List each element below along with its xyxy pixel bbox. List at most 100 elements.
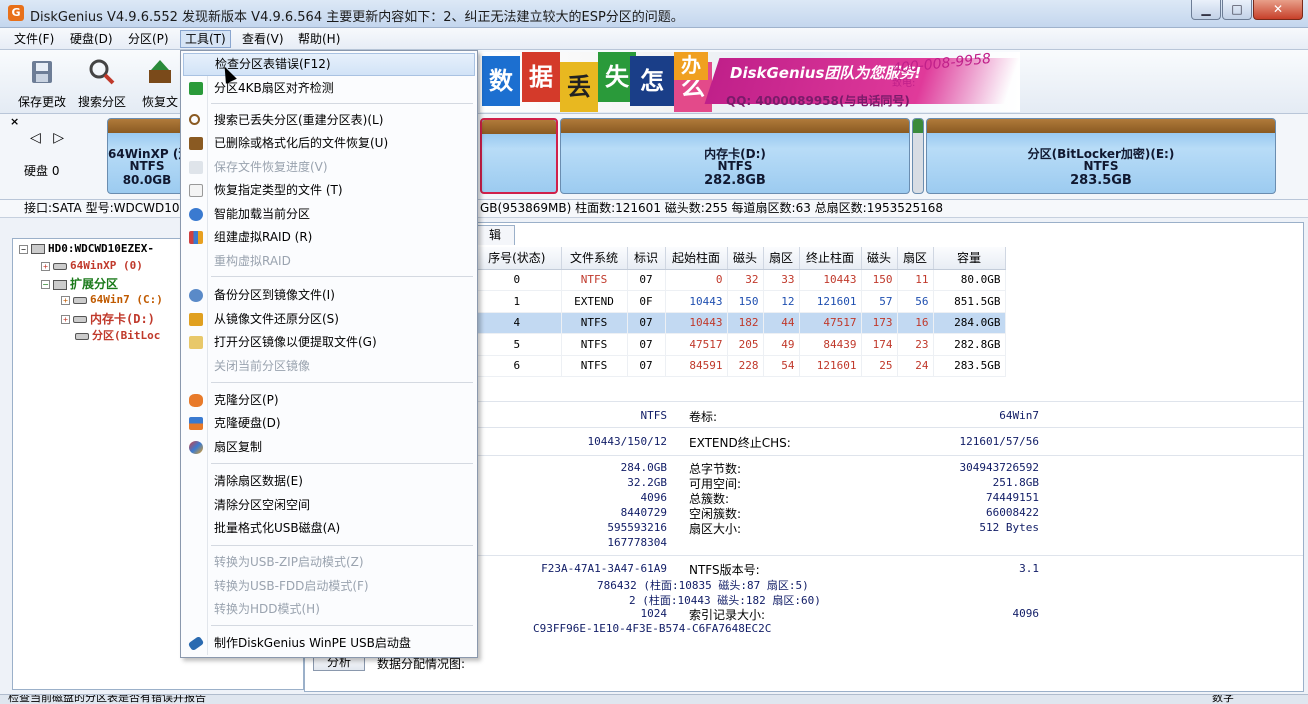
tree-item-win7[interactable]: +64Win7 (C:) — [61, 293, 163, 306]
detail-idx-key: 索引记录大小: — [689, 608, 766, 622]
promo-banner[interactable]: 数 据 丢 失 怎 么 办 DiskGenius团队为您服务! 400-008-… — [480, 52, 1020, 112]
clone-partition-icon — [189, 394, 203, 407]
table-row-selected[interactable]: 4 NTFS 07 10443 182 44 47517 173 16 284.… — [473, 312, 1006, 334]
search-partition-button[interactable]: 搜索分区 — [74, 58, 130, 110]
tree-item-hd0[interactable]: − HD0:WDCWD10EZEX- — [19, 242, 154, 255]
disk-info-left: 接口:SATA 型号:WDCWD10E — [24, 201, 188, 215]
menu-label: 克隆硬盘(D) — [214, 416, 281, 430]
menu-smart-load-partition[interactable]: 智能加载当前分区 — [183, 203, 475, 226]
menu-convert-hdd[interactable]: 转换为HDD模式(H) — [183, 598, 475, 621]
cell: 57 — [861, 290, 898, 313]
tree-label: 64Win7 (C:) — [90, 293, 163, 306]
menu-partition[interactable]: 分区(P) — [124, 30, 173, 48]
menu-backup-to-image[interactable]: 备份分区到镜像文件(I) — [183, 284, 475, 307]
menu-convert-usb-zip[interactable]: 转换为USB-ZIP启动模式(Z) — [183, 551, 475, 574]
menu-clear-sector-data[interactable]: 清除扇区数据(E) — [183, 470, 475, 493]
col-end-sector[interactable]: 扇区 — [897, 247, 934, 270]
menu-convert-usb-fdd[interactable]: 转换为USB-FDD启动模式(F) — [183, 575, 475, 598]
col-id[interactable]: 标识 — [627, 247, 666, 270]
tree-item-winxp[interactable]: +64WinXP (0) — [41, 259, 143, 272]
expand-icon[interactable]: + — [61, 315, 70, 324]
disk-icon — [31, 244, 45, 254]
menu-open-partition-image[interactable]: 打开分区镜像以便提取文件(G) — [183, 331, 475, 354]
diskbar-close-icon[interactable]: × — [10, 115, 19, 128]
expand-icon[interactable]: + — [41, 261, 50, 271]
cell: 10443 — [799, 269, 862, 291]
partition-block-win7[interactable] — [480, 118, 558, 194]
menu-disk[interactable]: 硬盘(D) — [66, 30, 117, 48]
menu-label: 备份分区到镜像文件(I) — [214, 288, 335, 302]
tree-item-extended[interactable]: − 扩展分区 — [41, 275, 118, 292]
menu-file-recovery[interactable]: 已删除或格式化后的文件恢复(U) — [183, 132, 475, 155]
col-filesystem[interactable]: 文件系统 — [561, 247, 628, 270]
collapse-icon[interactable]: − — [19, 244, 28, 254]
file-recovery-icon — [189, 137, 203, 150]
menu-sector-copy[interactable]: 扇区复制 — [183, 436, 475, 459]
menu-close-partition-image[interactable]: 关闭当前分区镜像 — [183, 355, 475, 378]
col-start-head[interactable]: 磁头 — [727, 247, 764, 270]
partition-block-winxp[interactable]: 64WinXP (活动) NTFS 80.0GB — [107, 118, 208, 194]
col-index[interactable]: 序号(状态) — [473, 247, 562, 270]
detail-uuid: C93FF96E-1E10-4F3E-B574-C6FA7648EC2C — [533, 622, 772, 635]
partition-block-bitlocker[interactable]: 分区(BitLocker加密)(E:) NTFS 283.5GB — [926, 118, 1276, 194]
tab-edit[interactable]: 辑 — [475, 225, 515, 245]
partition-icon — [53, 262, 67, 270]
partition-fs: NTFS — [129, 159, 165, 173]
cell: 44 — [763, 312, 800, 334]
disk-info-right: GB(953869MB) 柱面数:121601 磁头数:255 每道扇区数:63… — [480, 201, 944, 215]
menu-clone-disk[interactable]: 克隆硬盘(D) — [183, 412, 475, 435]
table-row[interactable]: 5 NTFS 07 47517 205 49 84439 174 23 282.… — [473, 333, 1006, 356]
detail-r4: 66008422 — [986, 506, 1039, 519]
detail-start-chs: 10443/150/12 — [587, 435, 667, 448]
menu-build-virtual-raid[interactable]: 组建虚拟RAID (R) — [183, 226, 475, 249]
expand-icon[interactable]: + — [61, 295, 70, 305]
minimize-button[interactable]: ▁ — [1191, 0, 1221, 20]
menu-file[interactable]: 文件(F) — [10, 30, 58, 48]
col-end-head[interactable]: 磁头 — [861, 247, 898, 270]
menu-save-recovery-progress[interactable]: 保存文件恢复进度(V) — [183, 156, 475, 179]
cell: 1 — [473, 290, 562, 313]
menu-restore-from-image[interactable]: 从镜像文件还原分区(S) — [183, 308, 475, 331]
col-start-cyl[interactable]: 起始柱面 — [665, 247, 728, 270]
cell: EXTEND — [561, 290, 628, 313]
cell: 07 — [627, 269, 666, 291]
disk-nav-arrows[interactable]: ◁ ▷ — [30, 130, 68, 146]
close-button[interactable]: ✕ — [1253, 0, 1303, 20]
detail-r1: 304943726592 — [959, 461, 1039, 474]
menu-tools[interactable]: 工具(T) — [180, 30, 231, 48]
partition-cap — [108, 119, 186, 133]
partition-block-memcard[interactable]: 内存卡(D:) NTFS 282.8GB — [560, 118, 910, 194]
banner-phone-label: 致电: — [892, 78, 916, 89]
collapse-icon[interactable]: − — [41, 280, 50, 289]
cell: 0 — [473, 269, 562, 291]
menu-clone-partition[interactable]: 克隆分区(P) — [183, 389, 475, 412]
menu-clear-free-space[interactable]: 清除分区空闲空间 — [183, 494, 475, 517]
menu-search-lost-partition[interactable]: 搜索已丢失分区(重建分区表)(L) — [183, 109, 475, 132]
menu-view[interactable]: 查看(V) — [238, 30, 288, 48]
tools-dropdown-menu: 检查分区表错误(F12) 分区4KB扇区对齐检测 搜索已丢失分区(重建分区表)(… — [180, 50, 478, 658]
table-row[interactable]: 1 EXTEND 0F 10443 150 12 121601 57 56 85… — [473, 290, 1006, 313]
menu-make-winpe-usb[interactable]: 制作DiskGenius WinPE USB启动盘 — [183, 632, 475, 655]
menu-rebuild-virtual-raid[interactable]: 重构虚拟RAID — [183, 250, 475, 273]
cell: 4 — [473, 312, 562, 334]
save-changes-button[interactable]: 保存更改 — [14, 58, 70, 110]
cell: 32 — [727, 269, 764, 291]
cell: 33 — [763, 269, 800, 291]
col-capacity[interactable]: 容量 — [933, 247, 1006, 270]
maximize-button[interactable]: □ — [1222, 0, 1252, 20]
menu-recover-file-type[interactable]: 恢复指定类型的文件 (T) — [183, 179, 475, 202]
tree-item-memcard[interactable]: + 内存卡(D:) — [61, 310, 155, 327]
table-row[interactable]: 6 NTFS 07 84591 228 54 121601 25 24 283.… — [473, 355, 1006, 377]
menu-help[interactable]: 帮助(H) — [294, 30, 344, 48]
menu-label: 打开分区镜像以便提取文件(G) — [214, 335, 377, 349]
col-start-sector[interactable]: 扇区 — [763, 247, 800, 270]
tree-item-bitlocker[interactable]: 分区(BitLoc — [75, 327, 160, 343]
detail-r2: 251.8GB — [992, 476, 1039, 489]
menu-batch-format-usb[interactable]: 批量格式化USB磁盘(A) — [183, 517, 475, 540]
cell: NTFS — [561, 269, 628, 291]
table-row[interactable]: 0 NTFS 07 0 32 33 10443 150 11 80.0GB — [473, 269, 1006, 291]
col-end-cyl[interactable]: 终止柱面 — [799, 247, 862, 270]
partition-size: 282.8GB — [704, 173, 766, 188]
partition-block-free[interactable] — [912, 118, 924, 194]
detail-extend-end-key: EXTEND终止CHS: — [689, 436, 791, 450]
